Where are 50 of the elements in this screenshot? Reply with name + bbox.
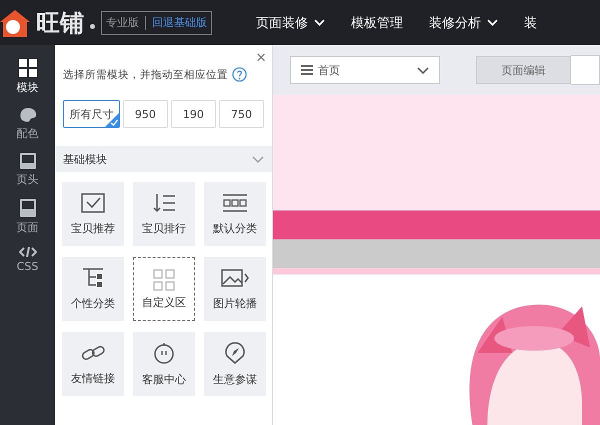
rail-item[interactable]: CSS xyxy=(4,247,52,273)
close-button[interactable]: × xyxy=(256,49,266,67)
module-tile[interactable]: 宝贝排行 xyxy=(133,182,195,246)
edition-label: 专业版 xyxy=(106,16,146,30)
size-option[interactable]: 750 xyxy=(218,100,264,128)
category-icon xyxy=(222,192,248,212)
size-option[interactable]: 所有尺寸 xyxy=(63,100,120,128)
menu-icon xyxy=(301,65,313,75)
module-tile[interactable]: 友情链接 xyxy=(62,332,124,396)
module-tile[interactable]: 图片轮播 xyxy=(204,257,266,321)
help-icon[interactable] xyxy=(232,67,247,82)
chevron-down-icon xyxy=(417,66,429,74)
module-tile[interactable]: 客服中心 xyxy=(133,332,195,396)
page-select[interactable]: 首页 xyxy=(290,56,440,84)
downgrade-link[interactable]: 回退基础版 xyxy=(152,15,207,30)
chevron-down-icon xyxy=(487,19,498,26)
nav-item[interactable]: 页面装修 xyxy=(256,14,325,32)
panel-hint: 选择所需模块，并拖动至相应位置 xyxy=(63,68,228,82)
code-icon xyxy=(18,247,36,257)
page-icon xyxy=(20,199,36,217)
grid-icon xyxy=(153,268,175,290)
size-option[interactable]: 190 xyxy=(170,100,216,128)
module-tile[interactable]: 宝贝推荐 xyxy=(62,182,124,246)
palette-icon xyxy=(18,107,36,123)
nav-item[interactable]: 模板管理 xyxy=(351,14,403,32)
rail-item[interactable]: 页面 xyxy=(4,199,52,235)
rail-item[interactable]: 模块 xyxy=(4,59,52,95)
rail-item[interactable]: 页头 xyxy=(4,153,52,187)
section-header[interactable]: 基础模块 xyxy=(55,146,272,172)
checkbox-icon xyxy=(81,192,105,212)
module-tile[interactable]: 生意参谋 xyxy=(204,332,266,396)
chevron-down-icon xyxy=(252,156,264,162)
logo-text: 旺铺 xyxy=(36,8,84,38)
mode-tab[interactable]: 页面编辑 xyxy=(476,56,571,84)
smiley-icon xyxy=(153,342,175,364)
size-option[interactable]: 950 xyxy=(122,100,168,128)
nav-item[interactable]: 装修分析 xyxy=(429,14,498,32)
module-tile[interactable]: 自定义区 xyxy=(133,257,195,321)
grid-icon xyxy=(18,59,36,77)
nav-item[interactable]: 装 xyxy=(524,14,537,32)
chevron-down-icon xyxy=(314,19,325,26)
tree-icon xyxy=(82,268,104,288)
rail-item[interactable]: 配色 xyxy=(4,107,52,141)
module-tile[interactable]: 个性分类 xyxy=(62,257,124,321)
module-tile[interactable]: 默认分类 xyxy=(204,182,266,246)
header-icon xyxy=(20,153,36,169)
compass-icon xyxy=(224,342,246,364)
image-icon xyxy=(221,268,249,288)
house-icon xyxy=(0,8,30,38)
sort-list-icon xyxy=(152,192,176,212)
